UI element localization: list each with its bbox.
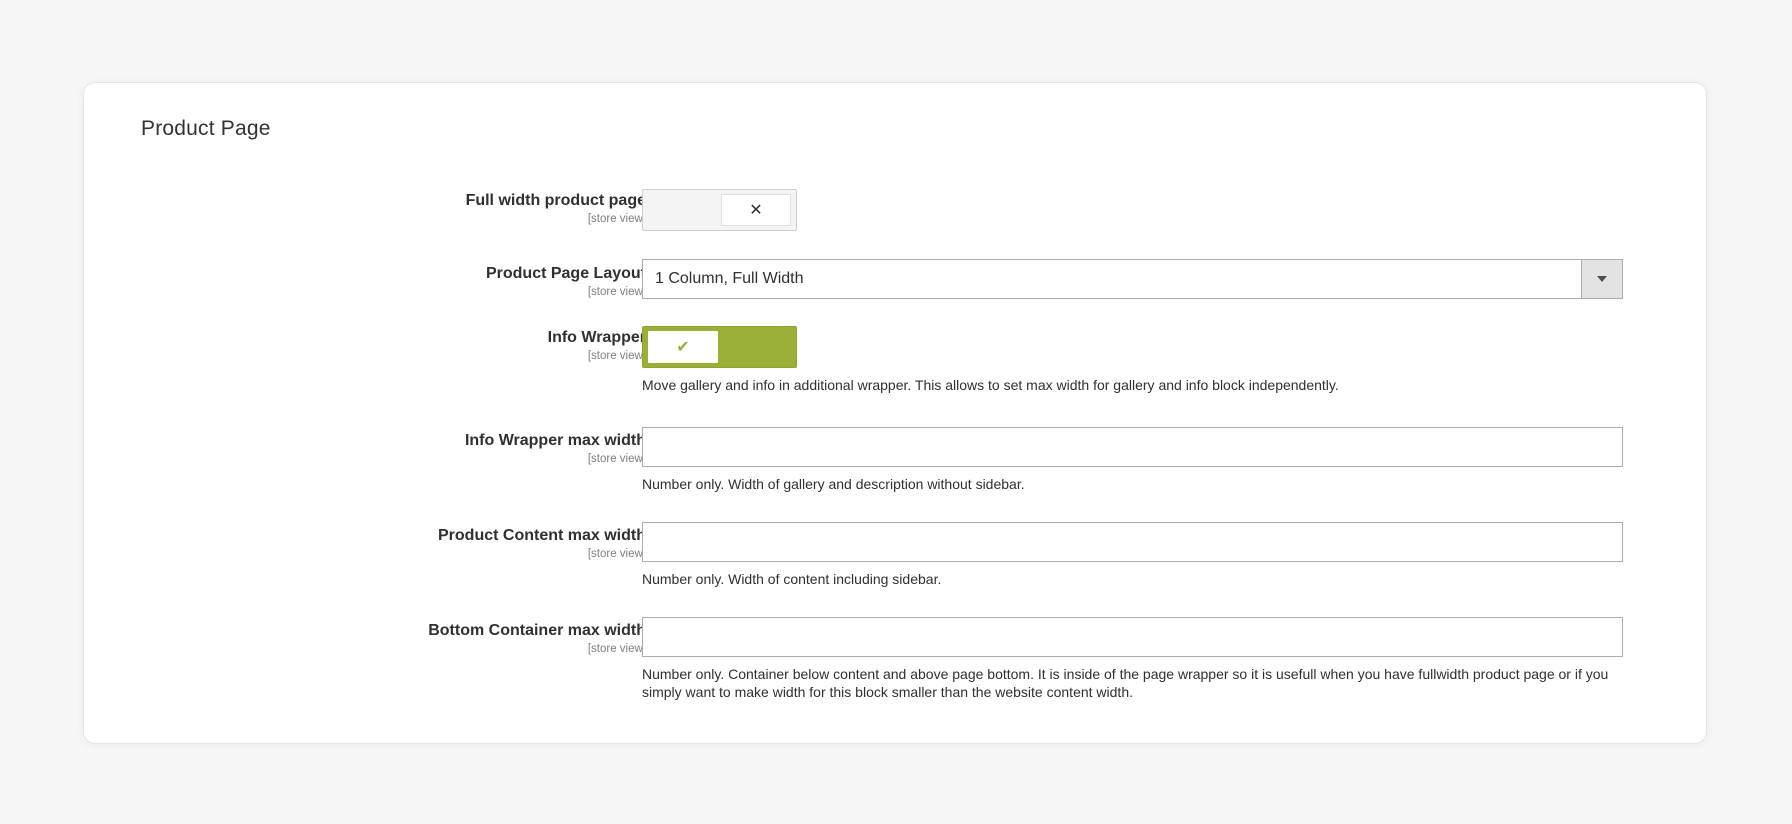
product-page-config-card: Product Page Full width product page [st… <box>83 82 1707 744</box>
scope-label: [store view] <box>587 286 646 298</box>
chevron-down-icon <box>1597 276 1607 282</box>
product-content-max-width-input[interactable] <box>642 522 1623 562</box>
dropdown-arrow-button[interactable] <box>1581 260 1622 298</box>
scope-label: [store view] <box>587 548 646 560</box>
scope-label: [store view] <box>587 453 646 465</box>
section-title: Product Page <box>141 117 271 140</box>
field-note: Number only. Container below content and… <box>642 666 1609 700</box>
product-page-layout-select[interactable]: 1 Column, Full Width <box>642 259 1623 299</box>
field-label: Info Wrapper max width <box>464 432 646 449</box>
check-icon: ✔ <box>648 331 718 363</box>
field-label-group: Info Wrapper [store view] <box>548 328 646 364</box>
field-label: Product Content max width <box>438 527 646 544</box>
field-label-group: Info Wrapper max width [store view] <box>465 431 646 467</box>
field-note: Move gallery and info in additional wrap… <box>642 377 1339 393</box>
field-label-group: Product Content max width [store view] <box>438 526 646 562</box>
info-wrapper-toggle[interactable]: ✔ <box>642 326 797 368</box>
field-label-group: Full width product page [store view] <box>466 191 646 227</box>
field-note: Number only. Width of gallery and descri… <box>642 476 1025 492</box>
field-label: Info Wrapper <box>547 329 646 346</box>
scope-label: [store view] <box>587 643 646 655</box>
field-label-group: Bottom Container max width [store view] <box>428 621 646 657</box>
close-icon: ✕ <box>721 194 791 226</box>
field-label: Bottom Container max width <box>428 622 646 639</box>
field-label: Full width product page <box>465 192 646 209</box>
select-value: 1 Column, Full Width <box>655 270 804 287</box>
full-width-toggle[interactable]: ✕ <box>642 189 797 231</box>
field-label: Product Page Layout <box>485 265 646 282</box>
field-label-group: Product Page Layout [store view] <box>486 264 646 300</box>
info-wrapper-max-width-input[interactable] <box>642 427 1623 467</box>
bottom-container-max-width-input[interactable] <box>642 617 1623 657</box>
field-note: Number only. Width of content including … <box>642 571 942 587</box>
scope-label: [store view] <box>587 213 646 225</box>
scope-label: [store view] <box>587 350 646 362</box>
